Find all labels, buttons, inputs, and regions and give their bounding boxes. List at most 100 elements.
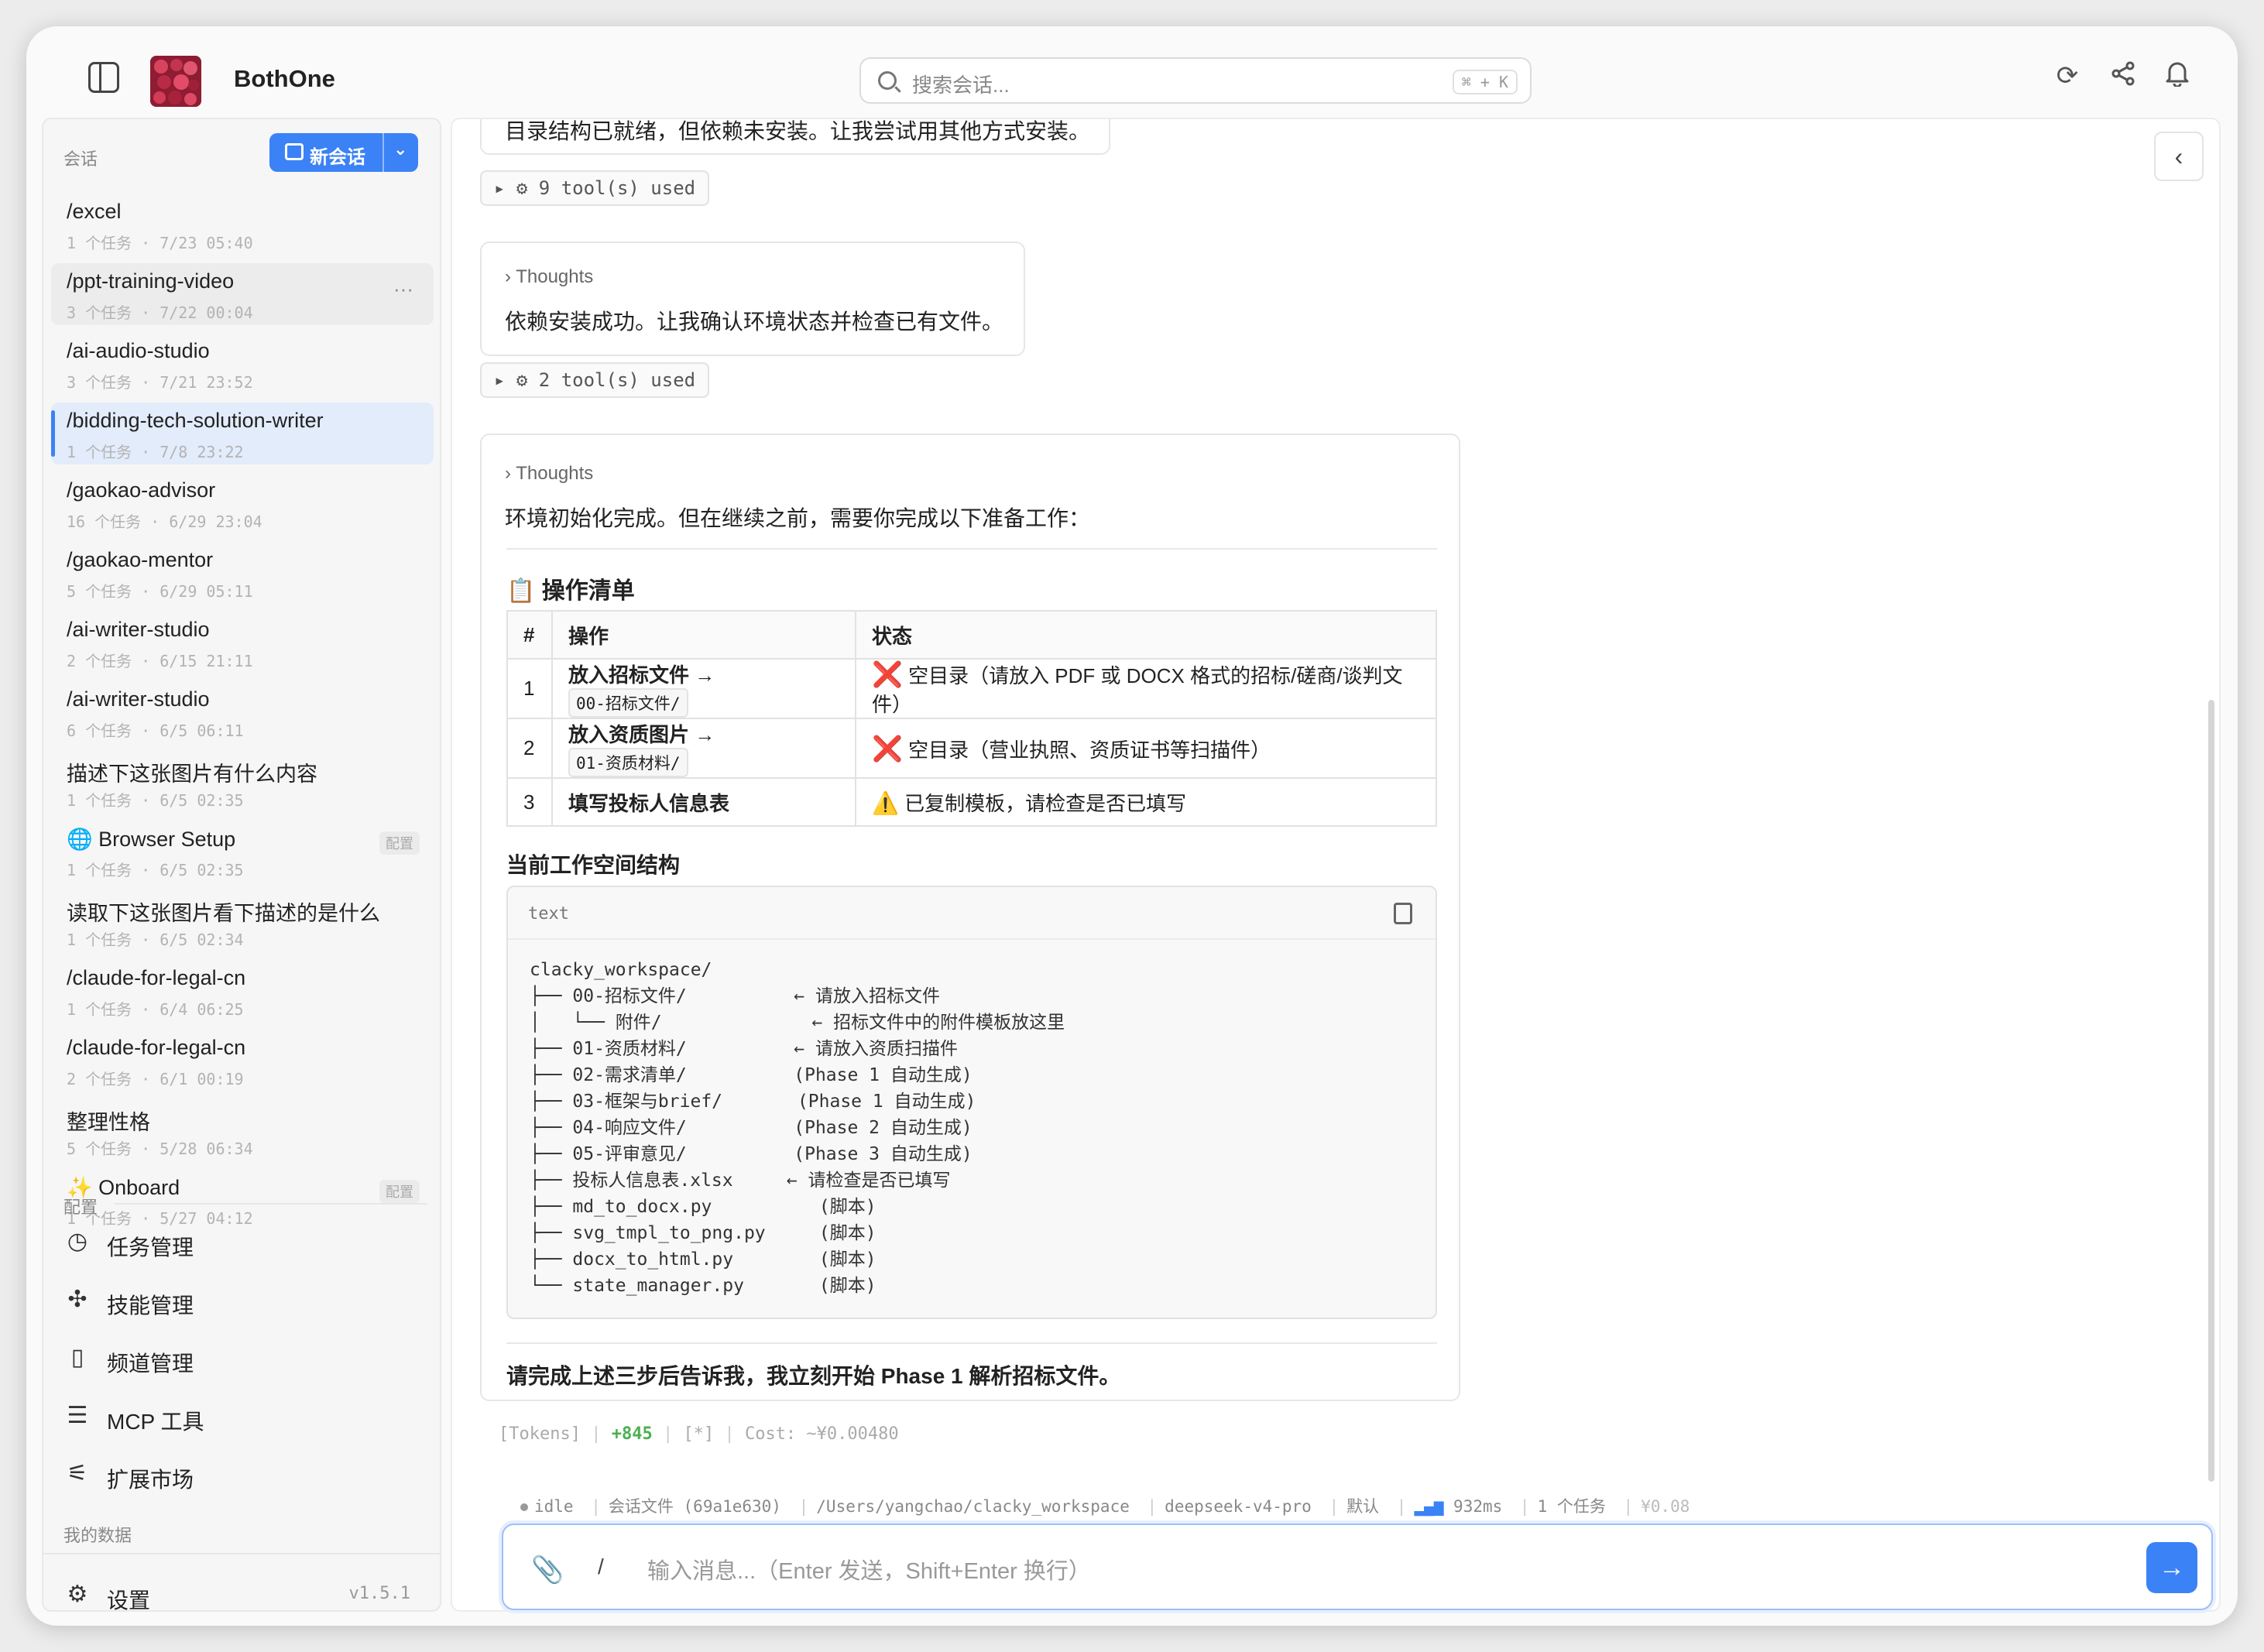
workspace-heading: 当前工作空间结构	[506, 853, 681, 877]
share-icon[interactable]	[2108, 60, 2139, 91]
session-item[interactable]: /gaokao-advisor 16 个任务 · 6/29 23:04	[51, 472, 434, 534]
thoughts-toggle[interactable]: › Thoughts	[505, 463, 593, 485]
attach-icon[interactable]: 📎	[531, 1554, 564, 1585]
chevron-down-icon[interactable]: ⌄	[393, 139, 407, 159]
more-options-icon[interactable]: ···	[393, 277, 413, 301]
sessions-heading: 会话	[63, 149, 98, 169]
session-title: /gaokao-mentor	[67, 548, 214, 571]
app-logo	[150, 56, 201, 107]
session-item[interactable]: /excel 1 个任务 · 7/23 05:40	[51, 194, 434, 255]
nav-item[interactable]: ⚟ 扩展市场	[63, 1454, 420, 1497]
session-item[interactable]: 🌐 Browser Setup 1 个任务 · 6/5 02:35 配置	[51, 821, 434, 883]
session-item[interactable]: /ppt-training-video 3 个任务 · 7/22 00:04 ···	[51, 263, 434, 325]
model-name[interactable]: deepseek-v4-pro	[1165, 1497, 1312, 1516]
arrow-right-icon: →	[2159, 1553, 2185, 1582]
nav-item[interactable]: ☰ MCP 工具	[63, 1396, 420, 1439]
session-item[interactable]: /gaokao-mentor 5 个任务 · 6/29 05:11	[51, 542, 434, 604]
session-meta: 2 个任务 · 6/1 00:19	[67, 1070, 244, 1088]
task-count: 1 个任务	[1537, 1497, 1606, 1516]
nav-label: 技能管理	[107, 1294, 194, 1318]
nav-item[interactable]: ✣ 技能管理	[63, 1280, 420, 1323]
nav-item[interactable]: ◷ 任务管理	[63, 1222, 420, 1265]
token-usage: [Tokens] | +845 | [*] | Cost: ~¥0.00480	[499, 1424, 899, 1444]
sliders-icon: ⚟	[67, 1461, 88, 1486]
session-item[interactable]: /bidding-tech-solution-writer 1 个任务 · 7/8…	[51, 403, 434, 464]
session-title: /ai-audio-studio	[67, 339, 210, 362]
table-header-row: # 操作 状态	[506, 610, 1437, 660]
sidebar-toggle-icon[interactable]	[88, 62, 119, 93]
nav-item[interactable]: ▯ 频道管理	[63, 1338, 420, 1381]
message-composer[interactable]: 📎 / 输入消息...（Enter 发送，Shift+Enter 换行） →	[502, 1523, 2213, 1610]
session-item[interactable]: /ai-audio-studio 3 个任务 · 7/21 23:52	[51, 333, 434, 395]
latency: 932ms	[1453, 1497, 1503, 1516]
column-header: 操作	[551, 610, 856, 660]
tools-used-toggle[interactable]: ▸ ⚙ 2 tool(s) used	[480, 362, 710, 398]
folder-chip: 00-招标文件/	[568, 688, 688, 718]
scrollbar[interactable]	[2208, 700, 2214, 1482]
session-item[interactable]: /claude-for-legal-cn 1 个任务 · 6/4 06:25	[51, 960, 434, 1022]
table-row: 3 填写投标人信息表 ⚠️ 已复制模板，请检查是否已填写	[506, 777, 1437, 827]
session-title: /excel	[67, 200, 122, 223]
session-item[interactable]: /claude-for-legal-cn 2 个任务 · 6/1 00:19	[51, 1030, 434, 1092]
code-block: text clacky_workspace/ ├── 00-招标文件/ ← 请放…	[506, 886, 1437, 1319]
search-placeholder: 搜索会话...	[912, 74, 1010, 97]
folder-chip: 01-资质材料/	[568, 748, 688, 777]
session-title: 整理性格	[67, 1111, 150, 1134]
closing-text: 请完成上述三步后告诉我，我立刻开始 Phase 1 解析招标文件。	[506, 1364, 1121, 1388]
session-item[interactable]: 描述下这张图片有什么内容 1 个任务 · 6/5 02:35	[51, 751, 434, 813]
session-item[interactable]: 整理性格 5 个任务 · 5/28 06:34	[51, 1099, 434, 1161]
app-title: BothOne	[234, 65, 335, 92]
column-header: 状态	[855, 610, 1437, 660]
table-row: 1 放入招标文件 → 00-招标文件/❌ 空目录（请放入 PDF 或 DOCX 格…	[506, 658, 1437, 719]
new-chat-icon	[285, 143, 304, 160]
operation-cell: 填写投标人信息表	[551, 777, 856, 827]
config-badge: 配置	[379, 831, 420, 855]
table-row: 2 放入资质图片 → 01-资质材料/❌ 空目录（营业执照、资质证书等扫描件）	[506, 718, 1437, 779]
session-item[interactable]: 读取下这张图片看下描述的是什么 1 个任务 · 6/5 02:34	[51, 890, 434, 952]
message-text: 环境初始化完成。但在继续之前，需要你完成以下准备工作：	[505, 506, 1091, 530]
chevron-left-icon[interactable]: ‹	[2154, 132, 2204, 181]
refresh-icon[interactable]: ⟳	[2052, 60, 2083, 91]
status-text: 已复制模板，请检查是否已填写	[904, 791, 1187, 815]
session-meta: 5 个任务 · 6/29 05:11	[67, 582, 253, 601]
nav-label: 频道管理	[107, 1352, 194, 1376]
search-shortcut: ⌘ + K	[1452, 70, 1518, 94]
session-title: /claude-for-legal-cn	[67, 1036, 246, 1059]
thoughts-toggle[interactable]: › Thoughts	[505, 266, 593, 288]
puzzle-icon: ✣	[67, 1287, 87, 1312]
session-title: /gaokao-advisor	[67, 478, 216, 502]
chat-panel: ‹ 目录结构已就绪，但依赖未安装。让我尝试用其他方式安装。 ▸ ⚙ 9 tool…	[451, 118, 2221, 1612]
session-meta: 6 个任务 · 6/5 06:11	[67, 721, 244, 740]
send-button[interactable]: →	[2146, 1542, 2197, 1593]
session-meta: 1 个任务 · 7/8 23:22	[67, 443, 244, 461]
tokens-cost: Cost: ~¥0.00480	[744, 1424, 899, 1444]
copy-icon[interactable]	[1394, 903, 1412, 924]
session-meta: 3 个任务 · 7/21 23:52	[67, 373, 253, 392]
app-window: BothOne 搜索会话... ⌘ + K ⟳ 会话 新会话 ⌄ /excel 1…	[26, 26, 2238, 1626]
status-bar: idle | 会话文件 (69a1e630) |/Users/yangchao/c…	[520, 1494, 1689, 1517]
search-icon	[878, 71, 897, 90]
divider	[506, 548, 1437, 550]
warning-icon: ⚠️	[872, 790, 899, 815]
message-input[interactable]: 输入消息...（Enter 发送，Shift+Enter 换行）	[647, 1553, 1091, 1585]
workspace-path[interactable]: /Users/yangchao/clacky_workspace	[816, 1497, 1130, 1516]
session-item[interactable]: /ai-writer-studio 2 个任务 · 6/15 21:11	[51, 612, 434, 673]
sidebar: 会话 新会话 ⌄ /excel 1 个任务 · 7/23 05:40/ppt-tr…	[42, 118, 441, 1612]
thoughts-bubble: › Thoughts 依赖安装成功。让我确认环境状态并检查已有文件。	[480, 242, 1025, 356]
nav-label: 任务管理	[107, 1236, 194, 1260]
slash-command-button[interactable]: /	[598, 1554, 604, 1579]
session-meta: 1 个任务 · 6/5 02:34	[67, 931, 244, 949]
session-meta: 5 个任务 · 5/28 06:34	[67, 1140, 253, 1158]
new-session-button[interactable]: 新会话 ⌄	[269, 133, 418, 172]
settings-label: 设置	[107, 1589, 151, 1612]
server-icon: ☰	[67, 1403, 88, 1428]
bell-icon[interactable]	[2162, 60, 2193, 91]
mode-label[interactable]: 默认	[1346, 1497, 1379, 1516]
session-cost: ¥0.08	[1641, 1497, 1690, 1516]
session-meta: 3 个任务 · 7/22 00:04	[67, 303, 253, 322]
search-box[interactable]: 搜索会话... ⌘ + K	[859, 57, 1532, 104]
table-body: 1 放入招标文件 → 00-招标文件/❌ 空目录（请放入 PDF 或 DOCX 格…	[506, 658, 1437, 827]
session-item[interactable]: /ai-writer-studio 6 个任务 · 6/5 06:11	[51, 681, 434, 743]
tools-used-toggle[interactable]: ▸ ⚙ 9 tool(s) used	[480, 170, 710, 206]
session-file[interactable]: 会话文件 (69a1e630)	[609, 1497, 781, 1516]
